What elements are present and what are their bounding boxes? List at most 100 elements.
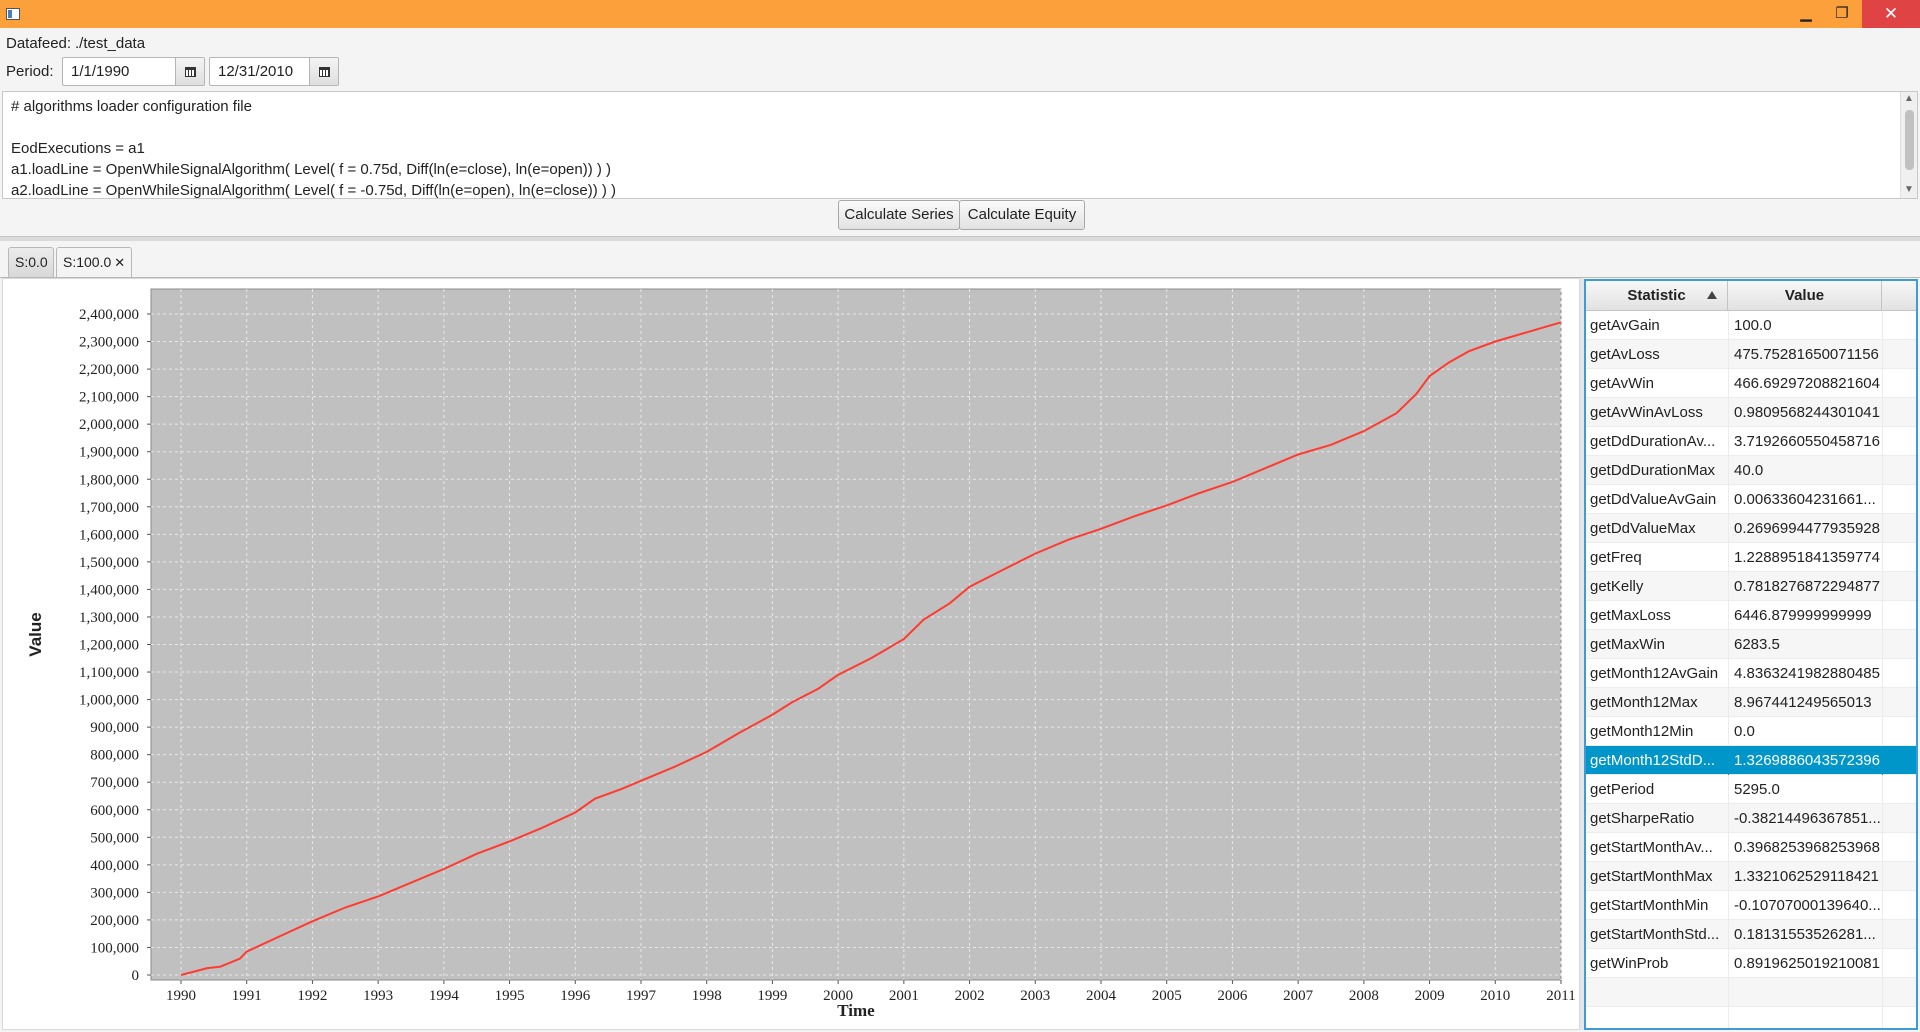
minimize-icon[interactable]: ▁ (1786, 0, 1826, 28)
statistics-table[interactable]: Statistic Value getAvGain 100.0 getAvLoss 4… (1584, 279, 1918, 1030)
table-row[interactable]: getMonth12AvGain 4.8363241982880485 (1586, 659, 1916, 688)
table-row[interactable]: getMonth12StdD... 1.3269886043572396 (1586, 746, 1916, 775)
config-text-area[interactable]: # algorithms loader configuration file E… (2, 91, 1918, 199)
column-header-label: Statistic (1627, 287, 1686, 304)
table-row[interactable]: getPeriod 5295.0 (1586, 775, 1916, 804)
y-tick-label: 1,000,000 (79, 693, 139, 709)
period-label: Period: (6, 63, 54, 80)
table-row[interactable] (1586, 1007, 1916, 1028)
statistic-value: 3.7192660550458716 (1734, 433, 1880, 450)
statistic-value: 0.0 (1734, 723, 1755, 740)
x-axis-label: Time (837, 1001, 875, 1020)
statistic-value: 475.75281650071156 (1734, 346, 1879, 363)
y-tick-label: 1,600,000 (79, 527, 139, 543)
statistic-value: 0.8919625019210081 (1734, 955, 1880, 972)
column-separator (1882, 978, 1883, 1007)
tab-close-icon[interactable]: ✕ (114, 255, 125, 270)
config-scrollbar[interactable]: ▲ ▼ (1900, 92, 1917, 198)
table-row[interactable]: getAvLoss 475.75281650071156 (1586, 340, 1916, 369)
end-date-picker[interactable]: 12/31/2010 (209, 57, 339, 86)
calculate-series-button[interactable]: Calculate Series (838, 200, 960, 230)
statistic-name: getAvLoss (1590, 346, 1660, 363)
y-tick-label: 1,200,000 (79, 638, 139, 654)
y-tick-label: 2,400,000 (79, 307, 139, 323)
end-date-input[interactable]: 12/31/2010 (210, 58, 309, 85)
table-row[interactable]: getAvWin 466.69297208821604 (1586, 369, 1916, 398)
maximize-icon[interactable]: ❐ (1822, 0, 1862, 28)
chart-pane: 0 100,000 200,000 300,000 400,000 500,000 600,… (2, 278, 1580, 1030)
scroll-up-icon[interactable]: ▲ (1904, 93, 1914, 104)
tab-s0[interactable]: S:0.0 (8, 247, 54, 277)
column-header-statistic[interactable]: Statistic (1586, 281, 1728, 310)
table-row[interactable]: getKelly 0.7818276872294877 (1586, 572, 1916, 601)
table-row[interactable]: getStartMonthAv... 0.3968253968253968 (1586, 833, 1916, 862)
statistic-name: getMonth12AvGain (1590, 665, 1719, 682)
start-date-calendar-button[interactable] (175, 58, 204, 85)
column-header-value[interactable]: Value (1728, 281, 1882, 310)
table-row[interactable]: getWinProb 0.8919625019210081 (1586, 949, 1916, 978)
y-tick-label: 600,000 (90, 803, 139, 819)
tab-label: S:100.0 (63, 254, 112, 270)
column-separator (1728, 659, 1729, 688)
statistic-value: 100.0 (1734, 317, 1772, 334)
scrollbar-thumb[interactable] (1905, 110, 1914, 170)
x-tick-label: 2011 (1546, 988, 1575, 1004)
table-row[interactable]: getDdValueAvGain 0.00633604231661... (1586, 485, 1916, 514)
y-tick-label: 800,000 (90, 748, 139, 764)
y-tick-label: 300,000 (90, 885, 139, 901)
x-tick-label: 2008 (1349, 988, 1379, 1004)
statistic-value: -0.10707000139640... (1734, 897, 1880, 914)
column-separator (1728, 340, 1729, 369)
split-divider[interactable] (0, 236, 1920, 241)
column-separator (1882, 427, 1883, 456)
table-row[interactable]: getMonth12Max 8.967441249565013 (1586, 688, 1916, 717)
table-row[interactable]: getStartMonthMax 1.3321062529118421 (1586, 862, 1916, 891)
statistic-name: getMonth12Min (1590, 723, 1694, 740)
statistic-value: 0.18131553526281... (1734, 926, 1876, 943)
config-line: a1.loadLine = OpenWhileSignalAlgorithm( … (11, 161, 612, 178)
x-tick-label: 1994 (429, 988, 460, 1004)
column-separator (1882, 543, 1883, 572)
column-separator (1882, 891, 1883, 920)
table-row[interactable]: getDdValueMax 0.2696994477935928 (1586, 514, 1916, 543)
x-tick-label: 2006 (1217, 988, 1248, 1004)
equity-chart: 0 100,000 200,000 300,000 400,000 500,000 600,… (26, 288, 1576, 1020)
column-separator (1728, 543, 1729, 572)
column-separator (1728, 891, 1729, 920)
statistic-value: 1.3321062529118421 (1734, 868, 1879, 885)
table-row[interactable]: getAvWinAvLoss 0.9809568244301041 (1586, 398, 1916, 427)
end-date-calendar-button[interactable] (309, 58, 338, 85)
start-date-picker[interactable]: 1/1/1990 (62, 57, 205, 86)
calculate-equity-button[interactable]: Calculate Equity (959, 200, 1085, 230)
table-row[interactable]: getStartMonthMin -0.10707000139640... (1586, 891, 1916, 920)
statistic-name: getFreq (1590, 549, 1642, 566)
x-tick-label: 2001 (889, 988, 919, 1004)
statistic-value: 6283.5 (1734, 636, 1780, 653)
column-separator (1882, 862, 1883, 891)
statistic-name: getMonth12StdD... (1590, 752, 1716, 769)
table-row[interactable]: getAvGain 100.0 (1586, 311, 1916, 340)
statistic-name: getDdValueMax (1590, 520, 1696, 537)
y-tick-label: 700,000 (90, 775, 139, 791)
column-separator (1728, 775, 1729, 804)
table-row[interactable]: getDdDurationMax 40.0 (1586, 456, 1916, 485)
x-tick-label: 1991 (232, 988, 262, 1004)
statistic-name: getStartMonthMin (1590, 897, 1709, 914)
table-row[interactable]: getFreq 1.2288951841359774 (1586, 543, 1916, 572)
table-row[interactable]: getStartMonthStd... 0.18131553526281... (1586, 920, 1916, 949)
start-date-input[interactable]: 1/1/1990 (63, 58, 175, 85)
table-row[interactable] (1586, 978, 1916, 1007)
tab-s100[interactable]: S:100.0 ✕ (56, 247, 132, 277)
scroll-down-icon[interactable]: ▼ (1904, 184, 1914, 195)
table-row[interactable]: getMonth12Min 0.0 (1586, 717, 1916, 746)
column-separator (1882, 340, 1883, 369)
close-icon[interactable]: ✕ (1862, 0, 1920, 28)
x-tick-label: 2009 (1415, 988, 1445, 1004)
column-separator (1882, 601, 1883, 630)
table-row[interactable]: getMaxWin 6283.5 (1586, 630, 1916, 659)
y-tick-label: 2,200,000 (79, 362, 139, 378)
column-separator (1728, 601, 1729, 630)
table-row[interactable]: getDdDurationAv... 3.7192660550458716 (1586, 427, 1916, 456)
table-row[interactable]: getSharpeRatio -0.38214496367851... (1586, 804, 1916, 833)
table-row[interactable]: getMaxLoss 6446.879999999999 (1586, 601, 1916, 630)
